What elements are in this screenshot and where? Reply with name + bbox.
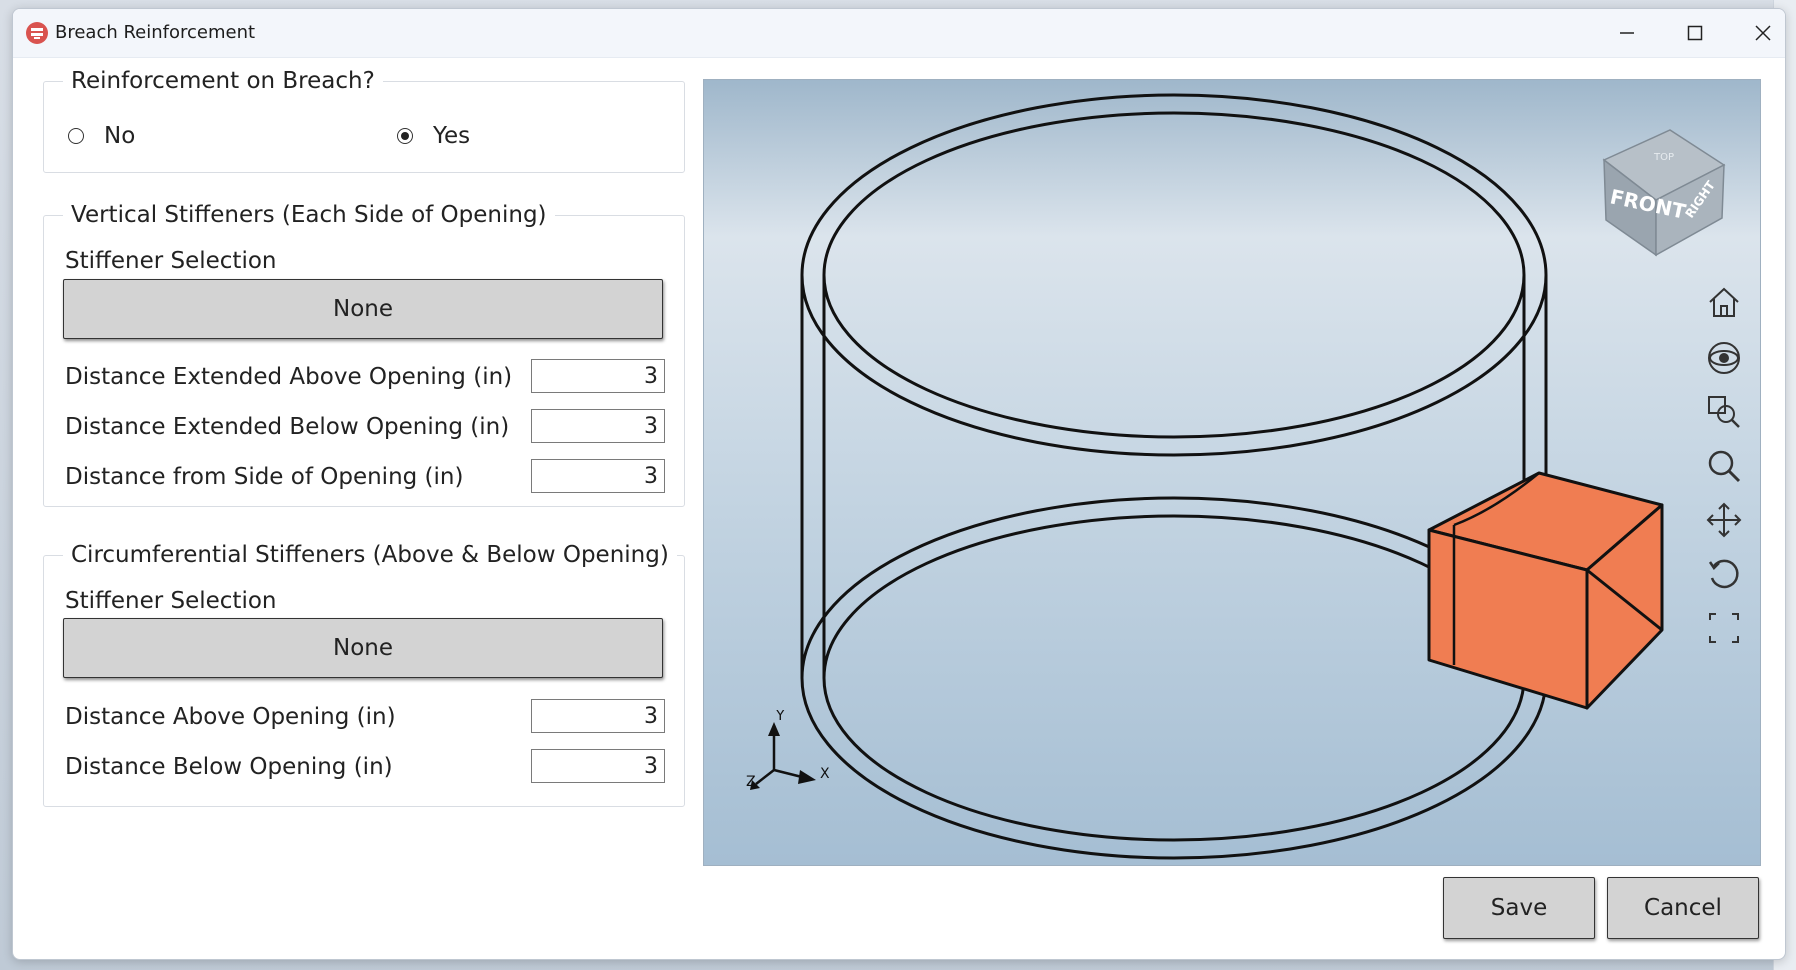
minimize-icon [1620,32,1634,34]
orbit-icon [1708,342,1740,374]
radio-no[interactable]: No [68,123,135,149]
circumferential-above-label: Distance Above Opening (in) [65,704,396,730]
vertical-above-label: Distance Extended Above Opening (in) [65,364,513,390]
zoom-button[interactable] [1704,446,1744,486]
circumferential-below-input[interactable] [531,749,665,783]
vertical-side-input[interactable] [531,459,665,493]
axis-x-label: X [820,766,830,782]
breach-group-title: Reinforcement on Breach? [63,67,383,95]
vertical-side-label: Distance from Side of Opening (in) [65,464,464,490]
tank-bottom-outer-arc [800,677,1548,860]
view-cube[interactable]: FRONT RIGHT TOP [1584,120,1734,260]
radio-no-circle[interactable] [68,128,84,144]
radio-yes-selected-dot [401,132,409,140]
tank-top-outer-ellipse [800,93,1548,457]
axis-y-label: Y [775,710,785,724]
pan-button[interactable] [1704,500,1744,540]
rotate-icon [1708,559,1739,589]
home-view-button[interactable] [1704,282,1744,322]
radio-no-label: No [104,123,136,149]
3d-viewport[interactable]: FRONT RIGHT TOP Y X Z [703,79,1761,866]
breach-opening-box [1427,471,1664,710]
close-icon [1755,25,1771,41]
axis-z-label: Z [746,774,756,790]
maximize-button[interactable] [1661,9,1729,57]
radio-yes[interactable]: Yes [397,123,470,149]
circumferential-above-input[interactable] [531,699,665,733]
orbit-button[interactable] [1704,338,1744,378]
tank-bottom-inner-back [822,514,1526,679]
vertical-stiffener-selection-button[interactable]: None [63,279,663,339]
tank-top-inner-ellipse [822,111,1526,439]
window-title: Breach Reinforcement [55,22,256,43]
rotate-button[interactable] [1704,554,1744,594]
tank-bottom-inner-arc [822,677,1526,842]
fit-view-icon [1709,613,1739,643]
vertical-above-input[interactable] [531,359,665,393]
circumferential-stiffener-selection-button[interactable]: None [63,618,663,678]
close-button[interactable] [1729,9,1785,57]
radio-yes-label: Yes [433,123,471,149]
vertical-below-input[interactable] [531,409,665,443]
cancel-button[interactable]: Cancel [1607,877,1759,939]
maximize-icon [1687,25,1703,41]
breach-reinforcement-dialog: Breach Reinforcement Reinforcement on Br… [12,8,1786,960]
zoom-icon [1708,450,1741,483]
zoom-window-button[interactable] [1704,392,1744,432]
vertical-below-label: Distance Extended Below Opening (in) [65,414,510,440]
view-cube-top-label: TOP [1653,152,1674,163]
title-bar: Breach Reinforcement [13,9,1785,58]
radio-yes-circle[interactable] [397,128,413,144]
fit-view-button[interactable] [1704,608,1744,648]
circumferential-below-label: Distance Below Opening (in) [65,754,393,780]
zoom-window-icon [1708,396,1740,428]
pan-icon [1706,502,1742,538]
save-button[interactable]: Save [1443,877,1595,939]
app-logo-icon [26,22,48,44]
circumferential-selection-label: Stiffener Selection [65,588,277,614]
minimize-button[interactable] [1593,9,1661,57]
home-icon [1709,287,1739,317]
circumferential-stiffeners-title: Circumferential Stiffeners (Above & Belo… [63,541,677,569]
vertical-stiffeners-title: Vertical Stiffeners (Each Side of Openin… [63,201,555,229]
axis-triad: Y X Z [746,710,830,790]
vertical-selection-label: Stiffener Selection [65,248,277,274]
